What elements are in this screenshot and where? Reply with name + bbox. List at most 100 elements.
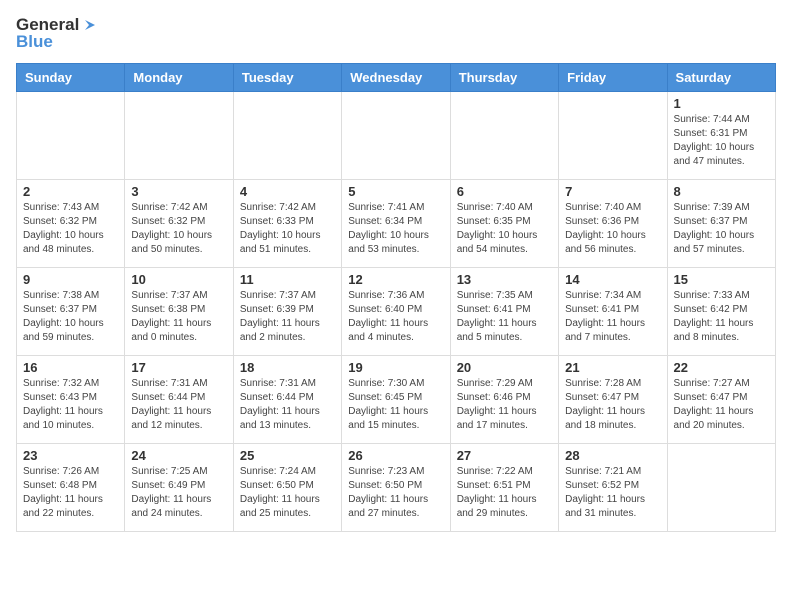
day-info: Sunrise: 7:23 AMSunset: 6:50 PMDaylight:… xyxy=(348,465,443,521)
calendar-cell: 2 Sunrise: 7:43 AMSunset: 6:32 PMDaylight… xyxy=(17,180,125,268)
day-number: 3 xyxy=(131,184,226,199)
day-number: 17 xyxy=(131,360,226,375)
calendar-cell: 9 Sunrise: 7:38 AMSunset: 6:37 PMDaylight… xyxy=(17,268,125,356)
calendar-table: SundayMondayTuesdayWednesdayThursdayFrid… xyxy=(16,63,776,532)
day-number: 1 xyxy=(674,96,769,111)
calendar-week-row: 2 Sunrise: 7:43 AMSunset: 6:32 PMDaylight… xyxy=(17,180,776,268)
day-number: 22 xyxy=(674,360,769,375)
calendar-cell xyxy=(233,92,341,180)
day-number: 9 xyxy=(23,272,118,287)
day-info: Sunrise: 7:40 AMSunset: 6:36 PMDaylight:… xyxy=(565,201,660,257)
weekday-header-saturday: Saturday xyxy=(667,64,775,92)
logo-text: General Blue xyxy=(16,16,99,51)
day-info: Sunrise: 7:28 AMSunset: 6:47 PMDaylight:… xyxy=(565,377,660,433)
day-info: Sunrise: 7:37 AMSunset: 6:39 PMDaylight:… xyxy=(240,289,335,345)
calendar-cell: 24 Sunrise: 7:25 AMSunset: 6:49 PMDayligh… xyxy=(125,444,233,532)
day-number: 21 xyxy=(565,360,660,375)
day-info: Sunrise: 7:31 AMSunset: 6:44 PMDaylight:… xyxy=(131,377,226,433)
day-info: Sunrise: 7:35 AMSunset: 6:41 PMDaylight:… xyxy=(457,289,552,345)
calendar-cell: 1 Sunrise: 7:44 AMSunset: 6:31 PMDaylight… xyxy=(667,92,775,180)
day-number: 28 xyxy=(565,448,660,463)
day-number: 24 xyxy=(131,448,226,463)
calendar-cell xyxy=(450,92,558,180)
calendar-cell xyxy=(559,92,667,180)
calendar-cell: 12 Sunrise: 7:36 AMSunset: 6:40 PMDayligh… xyxy=(342,268,450,356)
calendar-cell xyxy=(125,92,233,180)
calendar-cell xyxy=(342,92,450,180)
day-number: 14 xyxy=(565,272,660,287)
calendar-cell: 10 Sunrise: 7:37 AMSunset: 6:38 PMDayligh… xyxy=(125,268,233,356)
day-number: 11 xyxy=(240,272,335,287)
calendar-cell: 16 Sunrise: 7:32 AMSunset: 6:43 PMDayligh… xyxy=(17,356,125,444)
calendar-cell: 21 Sunrise: 7:28 AMSunset: 6:47 PMDayligh… xyxy=(559,356,667,444)
day-info: Sunrise: 7:22 AMSunset: 6:51 PMDaylight:… xyxy=(457,465,552,521)
calendar-cell: 18 Sunrise: 7:31 AMSunset: 6:44 PMDayligh… xyxy=(233,356,341,444)
calendar-cell: 27 Sunrise: 7:22 AMSunset: 6:51 PMDayligh… xyxy=(450,444,558,532)
day-number: 10 xyxy=(131,272,226,287)
calendar-cell: 28 Sunrise: 7:21 AMSunset: 6:52 PMDayligh… xyxy=(559,444,667,532)
weekday-header-wednesday: Wednesday xyxy=(342,64,450,92)
day-number: 7 xyxy=(565,184,660,199)
day-info: Sunrise: 7:30 AMSunset: 6:45 PMDaylight:… xyxy=(348,377,443,433)
day-number: 5 xyxy=(348,184,443,199)
calendar-cell: 25 Sunrise: 7:24 AMSunset: 6:50 PMDayligh… xyxy=(233,444,341,532)
calendar-cell: 4 Sunrise: 7:42 AMSunset: 6:33 PMDaylight… xyxy=(233,180,341,268)
logo-arrow-icon xyxy=(81,16,99,34)
weekday-header-tuesday: Tuesday xyxy=(233,64,341,92)
day-info: Sunrise: 7:38 AMSunset: 6:37 PMDaylight:… xyxy=(23,289,118,345)
calendar-cell: 15 Sunrise: 7:33 AMSunset: 6:42 PMDayligh… xyxy=(667,268,775,356)
calendar-cell: 5 Sunrise: 7:41 AMSunset: 6:34 PMDaylight… xyxy=(342,180,450,268)
weekday-header-thursday: Thursday xyxy=(450,64,558,92)
weekday-header-row: SundayMondayTuesdayWednesdayThursdayFrid… xyxy=(17,64,776,92)
calendar-week-row: 9 Sunrise: 7:38 AMSunset: 6:37 PMDaylight… xyxy=(17,268,776,356)
day-info: Sunrise: 7:39 AMSunset: 6:37 PMDaylight:… xyxy=(674,201,769,257)
day-number: 2 xyxy=(23,184,118,199)
calendar-cell: 13 Sunrise: 7:35 AMSunset: 6:41 PMDayligh… xyxy=(450,268,558,356)
day-number: 20 xyxy=(457,360,552,375)
weekday-header-monday: Monday xyxy=(125,64,233,92)
day-info: Sunrise: 7:32 AMSunset: 6:43 PMDaylight:… xyxy=(23,377,118,433)
day-number: 13 xyxy=(457,272,552,287)
day-info: Sunrise: 7:40 AMSunset: 6:35 PMDaylight:… xyxy=(457,201,552,257)
calendar-cell: 22Sunrise: 7:27 AMSunset: 6:47 PMDayligh… xyxy=(667,356,775,444)
day-info: Sunrise: 7:25 AMSunset: 6:49 PMDaylight:… xyxy=(131,465,226,521)
calendar-cell xyxy=(667,444,775,532)
day-number: 27 xyxy=(457,448,552,463)
day-number: 19 xyxy=(348,360,443,375)
calendar-cell: 26Sunrise: 7:23 AMSunset: 6:50 PMDayligh… xyxy=(342,444,450,532)
calendar-cell: 17 Sunrise: 7:31 AMSunset: 6:44 PMDayligh… xyxy=(125,356,233,444)
day-info: Sunrise: 7:21 AMSunset: 6:52 PMDaylight:… xyxy=(565,465,660,521)
day-number: 12 xyxy=(348,272,443,287)
day-info: Sunrise: 7:42 AMSunset: 6:33 PMDaylight:… xyxy=(240,201,335,257)
calendar-cell: 8Sunrise: 7:39 AMSunset: 6:37 PMDaylight… xyxy=(667,180,775,268)
day-info: Sunrise: 7:29 AMSunset: 6:46 PMDaylight:… xyxy=(457,377,552,433)
day-info: Sunrise: 7:26 AMSunset: 6:48 PMDaylight:… xyxy=(23,465,118,521)
calendar-cell: 20 Sunrise: 7:29 AMSunset: 6:46 PMDayligh… xyxy=(450,356,558,444)
calendar-week-row: 16 Sunrise: 7:32 AMSunset: 6:43 PMDayligh… xyxy=(17,356,776,444)
calendar-cell: 6Sunrise: 7:40 AMSunset: 6:35 PMDaylight… xyxy=(450,180,558,268)
weekday-header-friday: Friday xyxy=(559,64,667,92)
day-info: Sunrise: 7:24 AMSunset: 6:50 PMDaylight:… xyxy=(240,465,335,521)
day-info: Sunrise: 7:36 AMSunset: 6:40 PMDaylight:… xyxy=(348,289,443,345)
calendar-cell: 7 Sunrise: 7:40 AMSunset: 6:36 PMDaylight… xyxy=(559,180,667,268)
day-number: 18 xyxy=(240,360,335,375)
calendar-week-row: 1 Sunrise: 7:44 AMSunset: 6:31 PMDaylight… xyxy=(17,92,776,180)
page-header: General Blue xyxy=(16,16,776,51)
day-number: 4 xyxy=(240,184,335,199)
calendar-cell: 23Sunrise: 7:26 AMSunset: 6:48 PMDayligh… xyxy=(17,444,125,532)
logo-blue: Blue xyxy=(16,33,99,52)
day-number: 15 xyxy=(674,272,769,287)
day-info: Sunrise: 7:33 AMSunset: 6:42 PMDaylight:… xyxy=(674,289,769,345)
day-info: Sunrise: 7:37 AMSunset: 6:38 PMDaylight:… xyxy=(131,289,226,345)
day-info: Sunrise: 7:31 AMSunset: 6:44 PMDaylight:… xyxy=(240,377,335,433)
day-info: Sunrise: 7:43 AMSunset: 6:32 PMDaylight:… xyxy=(23,201,118,257)
day-number: 25 xyxy=(240,448,335,463)
logo: General Blue xyxy=(16,16,99,51)
day-info: Sunrise: 7:42 AMSunset: 6:32 PMDaylight:… xyxy=(131,201,226,257)
calendar-week-row: 23Sunrise: 7:26 AMSunset: 6:48 PMDayligh… xyxy=(17,444,776,532)
day-number: 16 xyxy=(23,360,118,375)
day-info: Sunrise: 7:41 AMSunset: 6:34 PMDaylight:… xyxy=(348,201,443,257)
calendar-cell xyxy=(17,92,125,180)
calendar-cell: 3 Sunrise: 7:42 AMSunset: 6:32 PMDaylight… xyxy=(125,180,233,268)
day-info: Sunrise: 7:44 AMSunset: 6:31 PMDaylight:… xyxy=(674,113,769,169)
